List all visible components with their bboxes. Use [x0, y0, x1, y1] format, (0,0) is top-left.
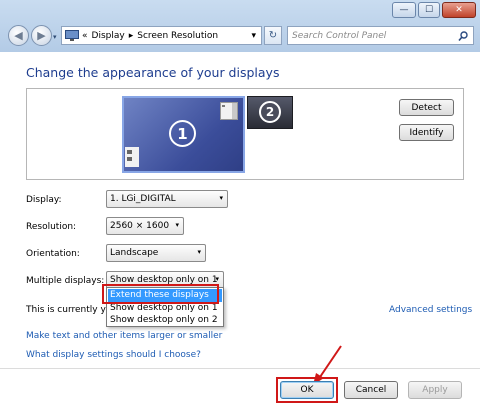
multiple-displays-label: Multiple displays: [26, 276, 105, 286]
taskbar-preview-icon [220, 102, 238, 120]
breadcrumb-separator: « [82, 30, 88, 41]
orientation-select[interactable]: Landscape ▾ [106, 244, 206, 262]
monitor-2-number: 2 [259, 101, 281, 123]
highlight-box-extend [102, 284, 219, 304]
maximize-button[interactable]: ☐ [418, 2, 440, 18]
menu-option-show-2[interactable]: Show desktop only on 2 [108, 315, 222, 326]
orientation-select-value: Landscape [110, 248, 159, 258]
display-select[interactable]: 1. LGi_DIGITAL ▾ [106, 190, 228, 208]
ok-button[interactable]: OK [280, 381, 334, 399]
search-input[interactable]: Search Control Panel [287, 26, 474, 45]
monitor-1-number: 1 [169, 120, 196, 147]
footer-divider [0, 368, 480, 369]
forward-arrow-icon: ▶ [37, 29, 46, 42]
minimize-button[interactable]: — [392, 2, 416, 18]
refresh-icon: ↻ [268, 30, 278, 41]
chevron-down-icon: ▾ [175, 221, 179, 229]
breadcrumb-display[interactable]: Display [92, 31, 125, 41]
close-button[interactable]: ✕ [442, 2, 476, 18]
chevron-down-icon: ▾ [219, 194, 223, 202]
text-size-link[interactable]: Make text and other items larger or smal… [26, 331, 222, 341]
orientation-label: Orientation: [26, 249, 80, 259]
detect-button[interactable]: Detect [399, 99, 454, 116]
refresh-button[interactable]: ↻ [264, 26, 282, 45]
minimize-icon: — [399, 5, 409, 15]
search-icon[interactable] [458, 31, 468, 41]
control-panel-icon [65, 30, 79, 41]
apply-button[interactable]: Apply [408, 381, 462, 399]
advanced-settings-link[interactable]: Advanced settings [389, 305, 472, 315]
identify-button[interactable]: Identify [399, 124, 454, 141]
chevron-down-icon: ▾ [215, 275, 219, 283]
display-label: Display: [26, 195, 62, 205]
resolution-select-value: 2560 × 1600 [110, 221, 170, 231]
maximize-icon: ☐ [424, 5, 434, 15]
display-settings-help-link[interactable]: What display settings should I choose? [26, 350, 201, 360]
current-display-text: This is currently yo [26, 305, 112, 315]
page-title: Change the appearance of your displays [26, 65, 280, 80]
close-icon: ✕ [455, 5, 463, 15]
display-select-value: 1. LGi_DIGITAL [110, 194, 176, 204]
back-button[interactable]: ◀ [8, 25, 29, 46]
recent-pages-icon[interactable]: ▾ [53, 33, 57, 41]
address-bar[interactable]: « Display ▸ Screen Resolution ▾ [61, 26, 262, 45]
desktop-icons-preview-icon [125, 147, 139, 167]
resolution-select[interactable]: 2560 × 1600 ▾ [106, 217, 184, 235]
cancel-button[interactable]: Cancel [344, 381, 398, 399]
monitor-2[interactable]: 2 [247, 96, 293, 129]
breadcrumb-screen-resolution[interactable]: Screen Resolution [137, 31, 218, 41]
menu-option-show-1[interactable]: Show desktop only on 1 [108, 303, 222, 314]
breadcrumb-arrow-icon[interactable]: ▸ [129, 31, 134, 41]
address-dropdown-icon[interactable]: ▾ [251, 31, 256, 41]
resolution-label: Resolution: [26, 222, 77, 232]
forward-button[interactable]: ▶ [31, 25, 52, 46]
monitor-1[interactable]: 1 [122, 96, 245, 173]
chevron-down-icon: ▾ [197, 248, 201, 256]
back-arrow-icon: ◀ [14, 29, 23, 42]
search-placeholder: Search Control Panel [292, 30, 387, 41]
